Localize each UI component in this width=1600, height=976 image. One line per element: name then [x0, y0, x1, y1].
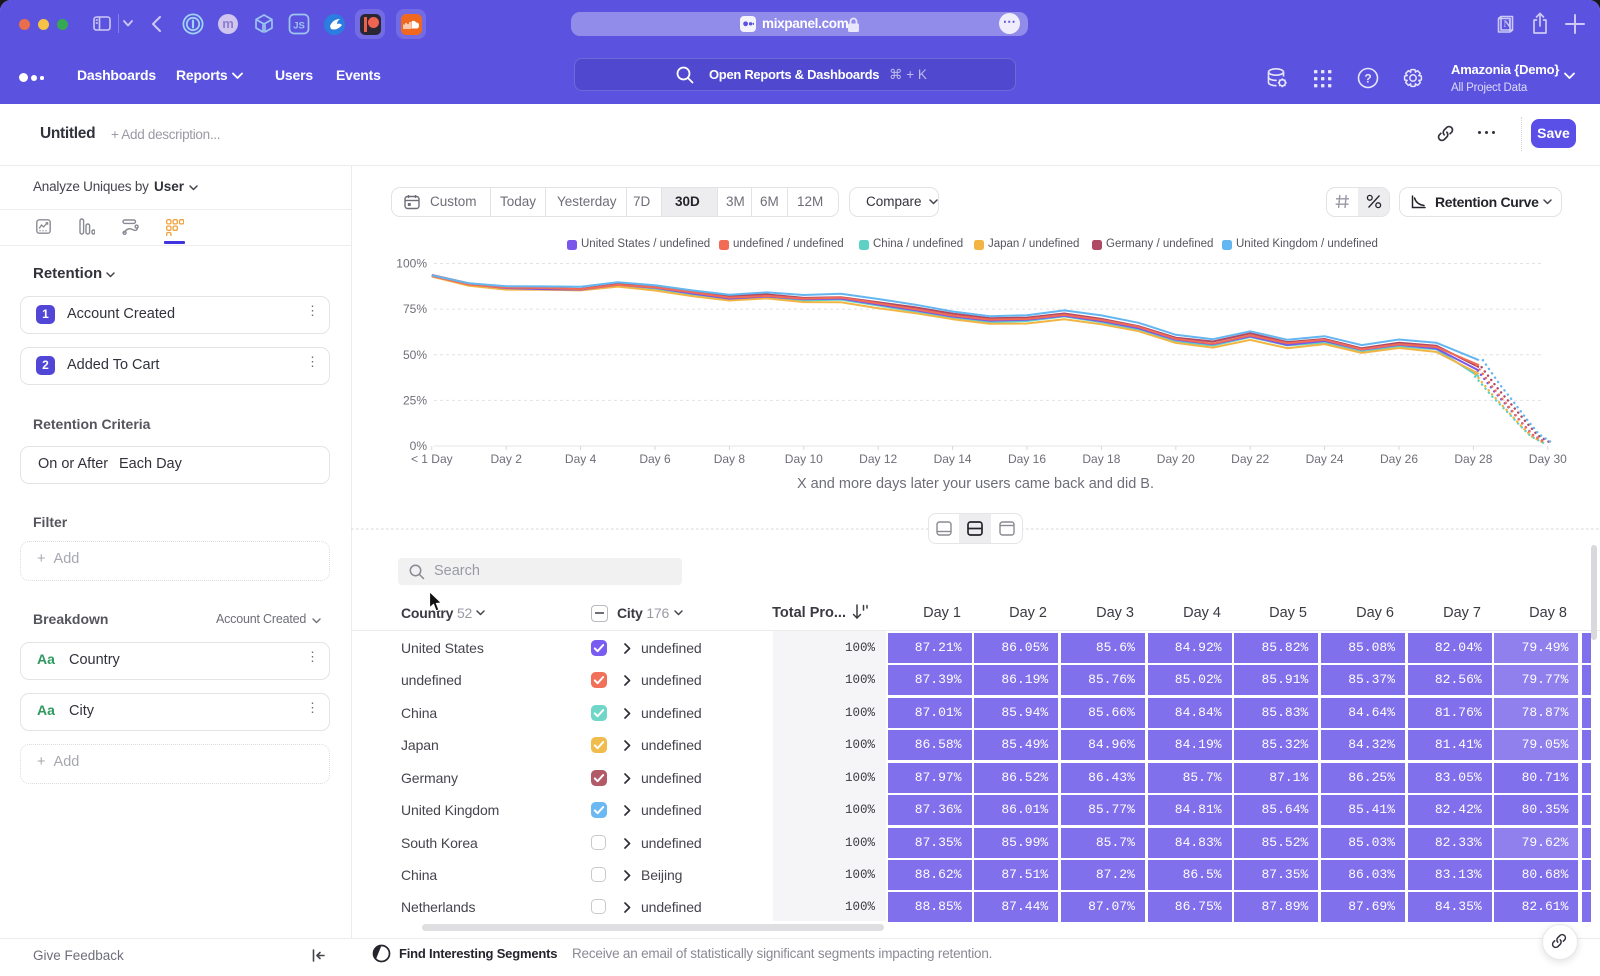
svg-text:N: N — [1504, 20, 1511, 30]
svg-text:Day 22: Day 22 — [1231, 452, 1269, 466]
svg-text:< 1 Day: < 1 Day — [411, 452, 453, 466]
svg-text:Day 20: Day 20 — [1157, 452, 1195, 466]
svg-text:JS: JS — [293, 21, 305, 32]
svg-text:Day 30: Day 30 — [1529, 452, 1567, 466]
svg-text:Day 18: Day 18 — [1082, 452, 1120, 466]
svg-text:Day 12: Day 12 — [859, 452, 897, 466]
svg-text:75%: 75% — [403, 302, 427, 316]
svg-text:0%: 0% — [410, 439, 428, 453]
svg-text:Day 26: Day 26 — [1380, 452, 1418, 466]
svg-text:Day 2: Day 2 — [491, 452, 523, 466]
svg-text:Day 6: Day 6 — [639, 452, 671, 466]
svg-text:Day 4: Day 4 — [565, 452, 597, 466]
svg-text:?: ? — [1364, 72, 1371, 86]
svg-text:Day 28: Day 28 — [1454, 452, 1492, 466]
svg-text:Day 8: Day 8 — [714, 452, 746, 466]
svg-text:100%: 100% — [396, 257, 427, 271]
svg-text:Day 24: Day 24 — [1306, 452, 1344, 466]
svg-text:Day 14: Day 14 — [934, 452, 972, 466]
svg-text:Day 16: Day 16 — [1008, 452, 1046, 466]
svg-text:50%: 50% — [403, 348, 427, 362]
svg-text:Day 10: Day 10 — [785, 452, 823, 466]
svg-text:25%: 25% — [403, 393, 427, 407]
